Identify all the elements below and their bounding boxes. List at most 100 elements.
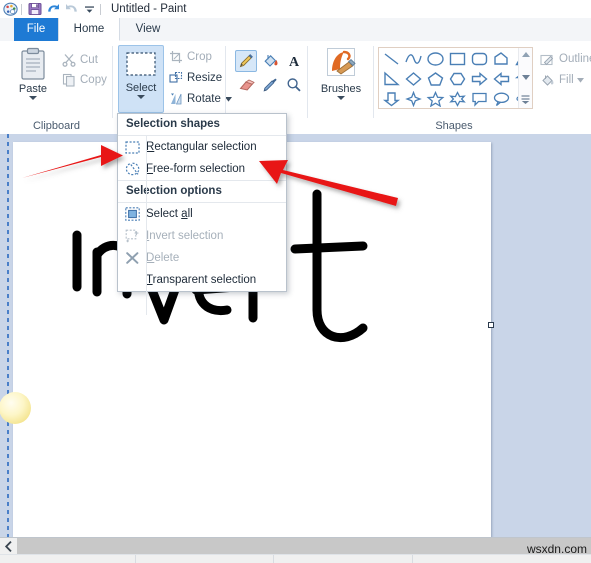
rotate-label: Rotate: [187, 92, 221, 105]
oval-shape[interactable]: [424, 49, 447, 68]
delete-icon: [118, 247, 146, 269]
polygon-shape[interactable]: [490, 49, 513, 68]
save-icon[interactable]: [27, 1, 43, 17]
line-shape[interactable]: [380, 49, 403, 68]
qat-separator-2: [100, 3, 101, 15]
paste-dropdown-arrow-icon[interactable]: [29, 96, 37, 100]
menu-item-label: Invert selection: [146, 230, 224, 242]
right-triangle-shape[interactable]: [380, 69, 403, 88]
paint-window: Untitled - Paint File Home View Paste Cu…: [0, 0, 591, 563]
select-dropdown-arrow-icon[interactable]: [137, 95, 145, 99]
title-bar: Untitled - Paint: [0, 0, 591, 18]
rounded-rectangle-shape[interactable]: [468, 49, 491, 68]
four-point-star-shape[interactable]: [402, 89, 425, 108]
ribbon-group-brushes: Brushes: [308, 41, 374, 134]
status-separator-2: [273, 555, 274, 563]
fill-button[interactable]: Fill: [539, 71, 584, 88]
tab-home[interactable]: Home: [58, 18, 120, 41]
scroll-left-button[interactable]: [0, 538, 17, 554]
resize-icon: [167, 70, 184, 86]
select-dropdown-menu[interactable]: Selection shapes Rectangular selection F…: [117, 113, 287, 315]
scroll-up-icon[interactable]: [519, 48, 532, 62]
pencil-icon[interactable]: [235, 50, 257, 72]
magnifier-icon[interactable]: [283, 74, 305, 96]
rotate-icon: [167, 91, 184, 107]
diamond-shape[interactable]: [402, 69, 425, 88]
status-separator-3: [412, 555, 413, 563]
undo-icon[interactable]: [45, 1, 61, 17]
menu-item-transparent-selection[interactable]: Transparent selection: [118, 269, 286, 291]
ribbon-group-clipboard: Paste Cut Copy Clipboard: [0, 41, 113, 134]
tab-view[interactable]: View: [120, 18, 176, 41]
color-picker-icon[interactable]: [259, 74, 281, 96]
menu-item-rectangular-selection[interactable]: Rectangular selection: [118, 136, 286, 158]
curve-shape[interactable]: [402, 49, 425, 68]
text-icon[interactable]: A: [283, 50, 305, 72]
shapes-gallery[interactable]: [378, 47, 533, 109]
down-arrow-shape[interactable]: [380, 89, 403, 108]
status-separator-1: [135, 555, 136, 563]
copy-label: Copy: [80, 73, 107, 86]
select-button[interactable]: Select: [118, 45, 164, 113]
menu-item-label: Select all: [146, 208, 193, 220]
menu-item-label: Delete: [146, 252, 180, 264]
canvas-resize-handle-right[interactable]: [488, 322, 494, 328]
horizontal-scrollbar[interactable]: [0, 537, 591, 554]
window-title: Untitled - Paint: [111, 3, 187, 15]
left-arrow-shape[interactable]: [490, 69, 513, 88]
outline-button[interactable]: Outline: [539, 50, 591, 67]
app-logo-icon[interactable]: [2, 1, 18, 17]
outline-icon: [539, 51, 556, 67]
select-all-icon: [118, 203, 146, 225]
six-point-star-shape[interactable]: [446, 89, 469, 108]
five-point-star-shape[interactable]: [424, 89, 447, 108]
fill-with-color-icon[interactable]: [259, 50, 281, 72]
pentagon-shape[interactable]: [424, 69, 447, 88]
outline-label: Outline: [559, 52, 591, 65]
crop-button[interactable]: Crop: [167, 48, 212, 65]
crop-icon: [167, 49, 184, 65]
rounded-callout-shape[interactable]: [468, 89, 491, 108]
shapes-gallery-scrollbar[interactable]: [518, 48, 532, 108]
right-arrow-shape[interactable]: [468, 69, 491, 88]
fill-dropdown-arrow-icon[interactable]: [576, 74, 584, 86]
brushes-label: Brushes: [320, 83, 362, 95]
menu-item-free-form-selection[interactable]: Free-form selection: [118, 158, 286, 180]
copy-button[interactable]: Copy: [60, 71, 107, 88]
menu-item-label: Transparent selection: [146, 274, 257, 286]
resize-button[interactable]: Resize: [167, 69, 222, 86]
cut-label: Cut: [80, 53, 98, 66]
oval-callout-shape[interactable]: [490, 89, 513, 108]
cursor-highlight-blob: [0, 392, 31, 424]
scroll-down-icon[interactable]: [519, 70, 532, 84]
ribbon: Paste Cut Copy Clipboard Select Crop Res…: [0, 41, 591, 135]
invert-selection-icon: [118, 225, 146, 247]
tab-file[interactable]: File: [14, 18, 58, 41]
rotate-button[interactable]: Rotate: [167, 90, 232, 107]
ribbon-tab-bar: File Home View: [0, 18, 591, 42]
clipboard-group-label: Clipboard: [32, 120, 81, 132]
paste-button[interactable]: Paste: [10, 47, 56, 100]
status-bar: [0, 554, 591, 563]
menu-section-selection-shapes: Selection shapes: [118, 114, 286, 136]
watermark: wsxdn.com: [526, 542, 587, 556]
fill-icon: [539, 72, 556, 88]
brushes-dropdown-arrow-icon[interactable]: [337, 96, 345, 100]
eraser-icon[interactable]: [235, 74, 257, 96]
rectangle-shape[interactable]: [446, 49, 469, 68]
menu-section-selection-options: Selection options: [118, 180, 286, 203]
customize-qat-icon[interactable]: [81, 1, 97, 17]
menu-icon-gutter: [146, 136, 147, 315]
hexagon-shape[interactable]: [446, 69, 469, 88]
scissors-icon: [60, 52, 77, 68]
cut-button[interactable]: Cut: [60, 51, 98, 68]
rectangular-selection-icon: [118, 136, 146, 158]
brushes-button[interactable]: Brushes: [318, 47, 364, 100]
free-form-selection-icon: [118, 158, 146, 180]
canvas-work-area: [0, 134, 591, 537]
paste-label: Paste: [18, 83, 48, 95]
menu-item-invert-selection[interactable]: Invert selection: [118, 225, 286, 247]
shapes-more-icon[interactable]: [519, 92, 532, 106]
menu-item-delete[interactable]: Delete: [118, 247, 286, 269]
menu-item-select-all[interactable]: Select all: [118, 203, 286, 225]
